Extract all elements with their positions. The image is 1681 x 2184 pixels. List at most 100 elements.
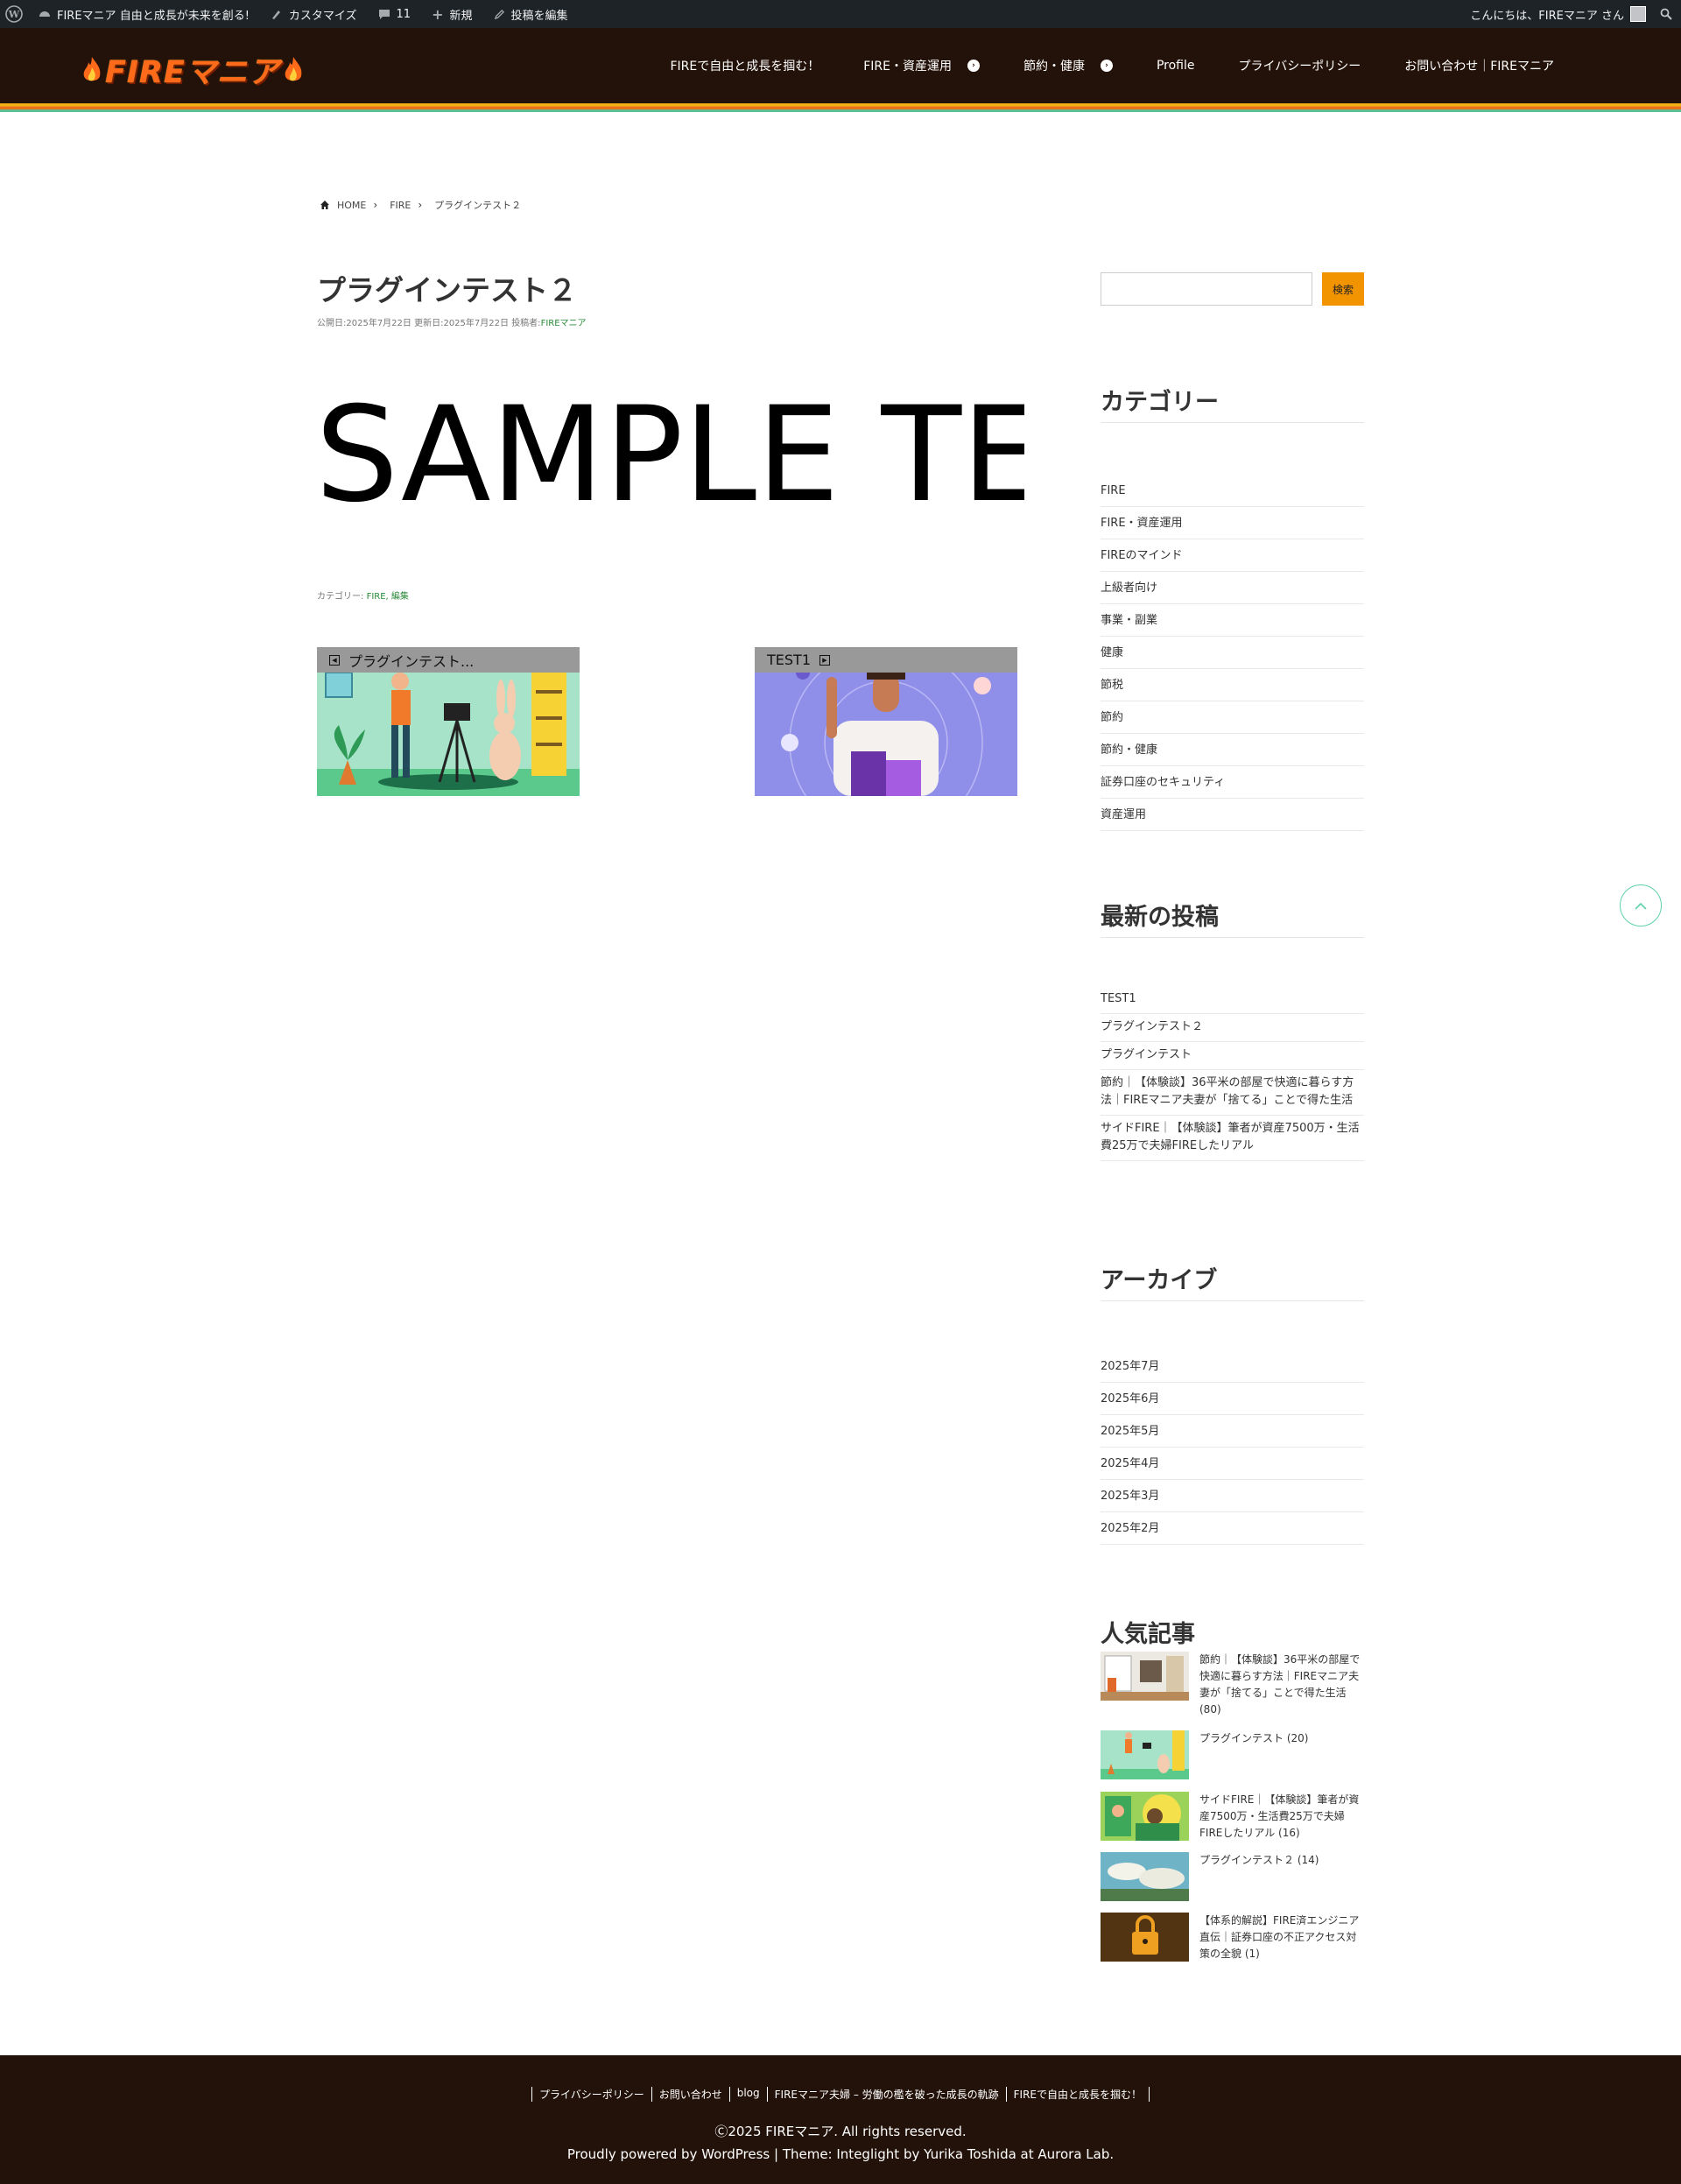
nav-item-contact[interactable]: お問い合わせ｜FIREマニア [1382,57,1576,74]
next-post-header: TEST1 ▶ [755,647,1017,673]
recent-post-item[interactable]: TEST1 [1101,986,1364,1014]
popular-post-thumbnail [1101,1792,1189,1841]
category-item[interactable]: FIRE [1101,475,1364,507]
recent-post-item[interactable]: プラグインテスト２ [1101,1014,1364,1042]
admin-search[interactable] [1651,0,1681,28]
next-post-thumbnail [755,673,1017,796]
recent-posts-list: TEST1 プラグインテスト２ プラグインテスト 節約｜【体験談】36平米の部屋… [1101,986,1364,1161]
footer-copyright: Ⓒ2025 FIREマニア. All rights reserved. [714,2124,967,2139]
page-title: プラグインテスト２ [317,273,577,307]
prev-post-header: ◀ プラグインテスト... [317,647,580,673]
admin-site-name[interactable]: FIREマニア 自由と成長が未来を創る! [28,0,260,28]
post-categories-links[interactable]: FIRE, 編集 [367,592,409,602]
popular-post-title: プラグインテスト２ (14) [1199,1854,1319,1866]
pencil-icon [494,9,504,19]
nav-item-privacy[interactable]: プライバシーポリシー [1217,57,1383,74]
admin-comments[interactable]: 11 [368,0,422,28]
footer-link[interactable]: お問い合わせ [651,2087,729,2102]
category-item[interactable]: 資産運用 [1101,799,1364,831]
nav-item-fire-investment[interactable]: FIRE・資産運用 › [841,57,1002,74]
search-input[interactable] [1101,272,1312,306]
post-author-link[interactable]: FIREマニア [541,319,587,328]
svg-text:W: W [8,9,20,20]
admin-edit-post[interactable]: 投稿を編集 [483,0,579,28]
archive-item[interactable]: 2025年3月 [1101,1480,1364,1512]
footer-link[interactable]: FIREマニア夫婦 – 労働の檻を破った成長の軌跡 [766,2087,1006,2102]
prev-post-thumbnail [317,673,580,796]
archive-item[interactable]: 2025年5月 [1101,1415,1364,1448]
nav-item-fire-freedom[interactable]: FIREで自由と成長を掴む！ [648,57,841,74]
category-item[interactable]: 事業・副業 [1101,604,1364,637]
header-stripe [0,103,1681,112]
archive-list: 2025年7月 2025年6月 2025年5月 2025年4月 2025年3月 … [1101,1350,1364,1545]
popular-post-title: 節約｜【体験談】36平米の部屋で快適に暮らす方法｜FIREマニア夫妻が「捨てる」… [1199,1653,1361,1715]
flame-icon [285,56,302,81]
chevron-right-icon: › [373,199,378,211]
popular-post-thumbnail [1101,1852,1189,1901]
admin-new[interactable]: + 新規 [421,0,482,28]
popular-post-thumbnail [1101,1730,1189,1779]
prev-post-card[interactable]: ◀ プラグインテスト... [317,647,580,796]
archive-item[interactable]: 2025年4月 [1101,1448,1364,1480]
recent-post-item[interactable]: サイドFIRE｜【体験談】筆者が資産7500万・生活費25万で夫婦FIREしたリ… [1101,1116,1364,1161]
breadcrumb-fire[interactable]: FIRE [390,200,411,211]
archive-item[interactable]: 2025年6月 [1101,1383,1364,1415]
footer-nav: プライバシーポリシー お問い合わせ blog FIREマニア夫婦 – 労働の檻を… [0,2087,1681,2102]
post-author-label: 投稿者: [511,319,541,328]
breadcrumb-home[interactable]: HOME [337,200,366,211]
site-logo-text: FIREマニア [105,55,280,90]
footer-link[interactable]: FIREで自由と成長を掴む！ [1005,2087,1150,2102]
wordpress-logo-icon[interactable]: W [0,0,28,28]
category-item[interactable]: FIRE・資産運用 [1101,507,1364,539]
footer-powered-by: Proudly powered by WordPress | Theme: In… [566,2146,1115,2162]
widget-title-archive: アーカイブ [1101,1261,1364,1301]
widget-title-popular: 人気記事 [1101,1621,1195,1648]
category-item[interactable]: 上級者向け [1101,572,1364,604]
category-item[interactable]: 健康 [1101,637,1364,669]
post-meta: 公開日:2025年7月22日 更新日:2025年7月22日 投稿者:FIREマニ… [317,315,587,328]
admin-account[interactable]: こんにちは、FIREマニア さん [1459,0,1651,28]
category-item[interactable]: 節約・健康 [1101,734,1364,766]
recent-post-item[interactable]: 節約｜【体験談】36平米の部屋で快適に暮らす方法｜FIREマニア夫妻が「捨てる」… [1101,1070,1364,1116]
footer-link[interactable]: プライバシーポリシー [531,2087,651,2102]
category-item[interactable]: 節税 [1101,669,1364,701]
recent-post-item[interactable]: プラグインテスト [1101,1042,1364,1070]
archive-item[interactable]: 2025年2月 [1101,1512,1364,1545]
nav-item-label: プライバシーポリシー [1238,60,1361,74]
nav-item-profile[interactable]: Profile [1135,59,1217,73]
search-button[interactable]: 検索 [1322,272,1364,306]
archive-item[interactable]: 2025年7月 [1101,1350,1364,1383]
popular-post-thumbnail [1101,1913,1189,1962]
chevron-right-icon[interactable]: › [1100,60,1113,72]
next-post-card[interactable]: TEST1 ▶ [755,647,1017,796]
comment-icon [378,10,390,19]
category-item[interactable]: 証券口座のセキュリティ [1101,766,1364,799]
arrow-left-icon: ◀ [329,654,340,666]
nav-item-label: FIREで自由と成長を掴む！ [670,60,820,74]
back-to-top-button[interactable] [1620,884,1662,926]
prev-post-title: プラグインテスト... [348,652,475,670]
popular-post-title: 【体系的解説】FIRE済エンジニア直伝｜証券口座の不正アクセス対策の全貌 (1) [1199,1914,1360,1960]
nav-item-label: Profile [1156,59,1195,73]
next-post-title: TEST1 [767,652,811,668]
footer-link[interactable]: blog [728,2087,767,2102]
nav-item-label: FIRE・資産運用 [863,60,952,74]
admin-site-name-label: FIREマニア 自由と成長が未来を創る! [57,9,250,23]
site-header: FIREマニア FIREで自由と成長を掴む！ FIRE・資産運用 › 節約・健康 ›… [0,28,1681,103]
admin-new-label: 新規 [449,9,473,23]
site-logo[interactable]: FIREマニア [81,47,305,92]
category-item[interactable]: FIREのマインド [1101,539,1364,572]
admin-greeting: こんにちは、FIREマニア さん [1470,9,1624,23]
chevron-up-icon [1635,902,1647,910]
search-icon [1660,8,1672,20]
admin-customize[interactable]: カスタマイズ [260,0,368,28]
main-nav: FIREで自由と成長を掴む！ FIRE・資産運用 › 節約・健康 › Profile… [648,28,1576,103]
chevron-right-icon[interactable]: › [967,60,980,72]
popular-post-thumbnail [1101,1652,1189,1701]
nav-item-saving-health[interactable]: 節約・健康 › [1002,57,1135,74]
category-item[interactable]: 節約 [1101,701,1364,734]
flame-icon [83,56,101,81]
widget-title-categories: カテゴリー [1101,383,1364,423]
plus-icon: + [432,5,444,23]
post-categories-label: カテゴリー: [317,592,364,602]
